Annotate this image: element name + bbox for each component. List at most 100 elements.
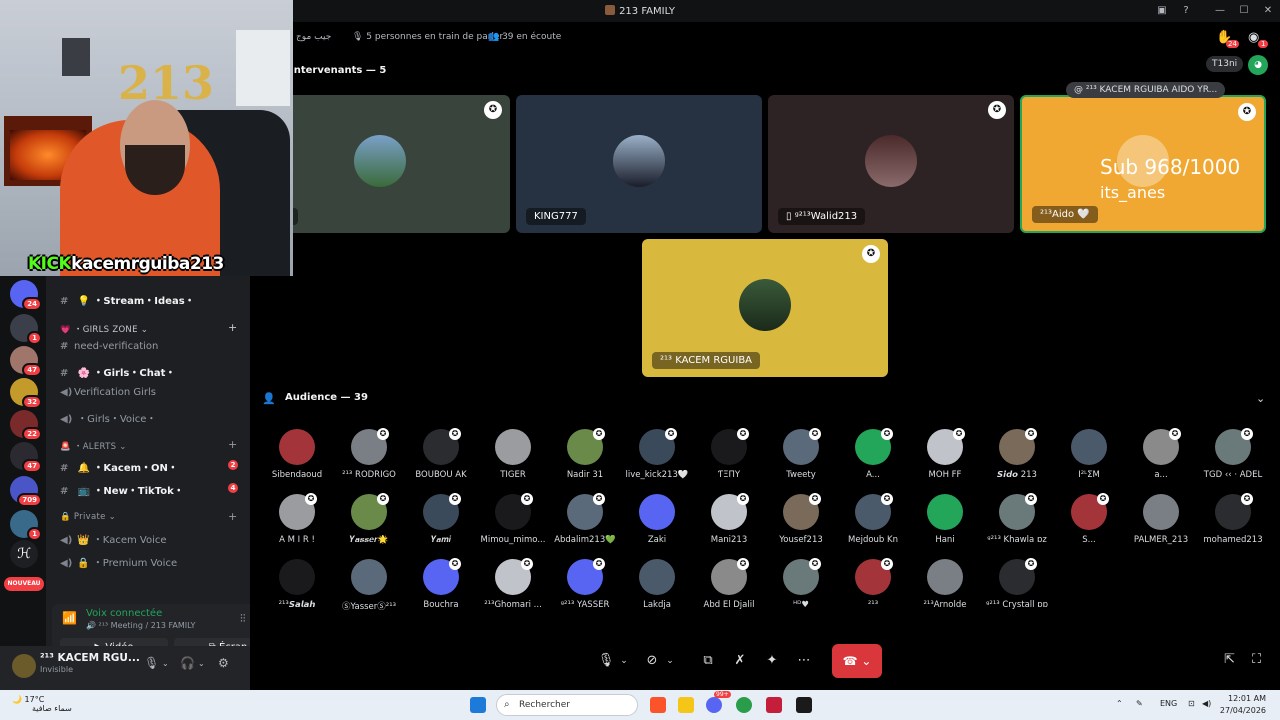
audience-member[interactable]: ✪ Abdalim213💚 — [549, 493, 621, 556]
voice-kacem-voice[interactable]: ◀) 👑 ・Kacem Voice — [60, 531, 167, 546]
audience-member[interactable]: ✪ ²¹³ — [837, 558, 909, 621]
channel-stream-ideas[interactable]: # 💡 ・Stream・Ideas・ — [60, 292, 195, 307]
audience-member[interactable]: ✪ Yousef213 — [765, 493, 837, 556]
add-channel-icon[interactable]: + — [228, 510, 238, 523]
help-icon[interactable]: ? — [1178, 3, 1194, 19]
audience-member[interactable]: ✪ a... — [1125, 428, 1197, 491]
mention-popup[interactable]: @ ²¹³ KACEM RGUIBA AIDO YR... — [1066, 82, 1226, 98]
maximize-button[interactable]: ☐ — [1236, 3, 1252, 19]
leave-call-button[interactable]: ☎ ⌄ — [832, 644, 882, 678]
chevron-down-icon[interactable]: ⌄ — [618, 644, 630, 678]
chevron-down-icon[interactable]: ⌄ — [198, 659, 205, 668]
audience-member[interactable]: Hani — [909, 494, 981, 556]
audience-member[interactable]: ✪ Mimou_mimo... — [477, 493, 549, 556]
audience-member[interactable]: TIGER — [477, 429, 549, 491]
audience-member[interactable]: ²¹³Arnolde — [909, 559, 981, 621]
chrome-icon[interactable] — [736, 697, 752, 713]
category-private[interactable]: 🔒 Private ⌄ + — [60, 510, 237, 523]
file-explorer-icon[interactable] — [678, 697, 694, 713]
audience-member[interactable]: ✪ ᵍ²¹³ Crystall ɒɒ — [981, 558, 1053, 621]
camera-off-icon[interactable]: ⊘ — [642, 644, 662, 678]
add-channel-icon[interactable]: + — [228, 321, 238, 334]
minimize-button[interactable]: — — [1212, 3, 1228, 19]
invite-icon[interactable]: ✦ — [762, 644, 782, 678]
audience-member[interactable]: ✪ mohamed213 — [1197, 493, 1269, 556]
audience-member[interactable]: I²ᴸΣM — [1053, 429, 1125, 491]
server-icon-8[interactable]: 1 — [10, 510, 42, 541]
audience-member[interactable]: ✪ S... — [1053, 493, 1125, 556]
microphone-icon[interactable]: 🎙 — [144, 656, 159, 670]
audience-member[interactable]: ✪ A M I R ! — [261, 493, 333, 556]
channel-need-verification[interactable]: # need-verification — [60, 341, 158, 352]
inbox-icon[interactable]: ◉ 1 — [1248, 30, 1269, 48]
chevron-down-icon[interactable]: ⌄ — [664, 644, 676, 678]
screen-share-icon[interactable]: ⧉ — [698, 644, 718, 678]
chevron-down-icon[interactable]: ⌄ — [1256, 392, 1265, 405]
voice-premium-voice[interactable]: ◀) 🔒 ・Premium Voice — [60, 554, 177, 569]
audience-member[interactable]: ✪ 𝙎𝙞𝙙𝙤 213 — [981, 428, 1053, 491]
headphones-icon[interactable]: 🎧 — [180, 656, 195, 670]
moderator-icon[interactable]: ✪ — [484, 101, 502, 119]
moderator-icon[interactable]: ✪ — [1238, 103, 1256, 121]
audience-member[interactable]: ✪ ²¹³Ghomari ... — [477, 558, 549, 621]
popout-icon[interactable]: ⇱ — [1224, 652, 1235, 667]
audience-member[interactable]: ✪ Tweety — [765, 428, 837, 491]
audience-member[interactable]: ✪ ²¹³ RODRIGO — [333, 428, 405, 491]
server-icon-2[interactable]: 1 — [10, 314, 42, 345]
audience-member[interactable]: ✪ Mejdoub Kn — [837, 493, 909, 556]
audience-member[interactable]: ✪ Bouchra — [405, 558, 477, 621]
category-girls-zone[interactable]: 💗 ・GIRLS ZONE ⌄ + — [60, 321, 237, 335]
audience-member[interactable]: ✪ BOUBOU AK — [405, 428, 477, 491]
add-channel-icon[interactable]: + — [228, 438, 238, 451]
chevron-down-icon[interactable]: ⌄ — [162, 659, 169, 668]
audience-member[interactable]: ✪ 𝒀𝒂𝒔𝒔𝒆𝒓🌟 — [333, 493, 405, 556]
raise-hand-icon[interactable]: ✋ 24 — [1216, 30, 1239, 48]
close-button[interactable]: ✕ — [1260, 3, 1276, 19]
clock[interactable]: 12:01 AM 27/04/2026 — [1210, 693, 1266, 717]
app-icon[interactable] — [796, 697, 812, 713]
channel-new-tiktok[interactable]: # 📺 ・New・TikTok・ — [60, 482, 184, 497]
audience-member[interactable]: ✪ ƬΞΠY — [693, 428, 765, 491]
channel-kacem-on[interactable]: # 🔔 ・Kacem・ON・ — [60, 459, 178, 474]
voice-verification-girls[interactable]: ◀) Verification Girls — [60, 387, 156, 398]
moderator-icon[interactable]: ✪ — [988, 101, 1006, 119]
weather-widget[interactable]: 🌙 17°C سماء صافية — [12, 695, 72, 713]
language-indicator[interactable]: ENG — [1160, 699, 1177, 708]
audience-member[interactable]: ✪ ᵍ²¹³ Khawla ɒz — [981, 493, 1053, 556]
audience-member[interactable]: ✪ live_kick213🤍 — [621, 428, 693, 491]
audience-member[interactable]: ⓈYasserⓈ²¹³ — [333, 559, 405, 621]
audience-member[interactable]: ✪ A... — [837, 428, 909, 491]
audience-member[interactable]: ✪ TGD ‹‹ · ADEL — [1197, 428, 1269, 491]
user-chip[interactable]: T13ni — [1206, 56, 1244, 72]
audience-member[interactable]: ✪ Abd El Djalil — [693, 558, 765, 621]
discord-icon[interactable]: ◕ — [1248, 55, 1268, 75]
server-icon-3[interactable]: 47 — [10, 346, 42, 377]
audience-member[interactable]: ✪ MÖH FF — [909, 428, 981, 491]
taskbar-search[interactable]: ⌕ Rechercher — [496, 694, 638, 716]
network-icon[interactable]: ⊡ — [1188, 699, 1195, 708]
signal-icon[interactable]: 📶 — [62, 611, 77, 625]
username[interactable]: ²¹³ KACEM RGU... — [40, 652, 140, 664]
moderator-icon[interactable]: ✪ — [862, 245, 880, 263]
audience-member[interactable]: ✪ ᴴᴰ♥ — [765, 558, 837, 621]
pen-icon[interactable]: ✎ — [1136, 699, 1143, 708]
server-icon-1[interactable]: 24 — [10, 280, 42, 311]
chevron-up-icon[interactable]: ⌃ — [1116, 699, 1123, 708]
audience-member[interactable]: PALMER_213 — [1125, 494, 1197, 556]
inbox-window-icon[interactable]: ▣ — [1154, 3, 1170, 19]
brave-icon[interactable] — [650, 697, 666, 713]
microphone-icon[interactable]: 🎙 — [596, 644, 616, 678]
voice-channel-info[interactable]: 🔊 ²¹³ Meeting / 213 FAMILY — [86, 621, 195, 630]
audience-member[interactable]: ✪ Mani213 — [693, 493, 765, 556]
speaker-tile[interactable]: KING777 — [516, 95, 762, 233]
gear-icon[interactable]: ⚙ — [218, 656, 229, 670]
server-icon-6[interactable]: 47 — [10, 442, 42, 473]
audience-member[interactable]: ✪ 𝒀𝒂𝒎𝒊 — [405, 493, 477, 556]
server-icon-5[interactable]: 22 — [10, 410, 42, 441]
avatar[interactable] — [12, 654, 36, 678]
speaker-tile[interactable]: ▯ ᵍ²¹³Walid213 ✪ — [768, 95, 1014, 233]
channel-girls-chat[interactable]: # 🌸 ・Girls・Chat・ — [60, 364, 175, 379]
speaker-tile[interactable]: ²¹³ KACEM RGUIBA ✪ — [642, 239, 888, 377]
audience-member[interactable]: ✪ Nadir 31 — [549, 428, 621, 491]
discord-taskbar-icon[interactable]: 99+ — [706, 691, 731, 713]
